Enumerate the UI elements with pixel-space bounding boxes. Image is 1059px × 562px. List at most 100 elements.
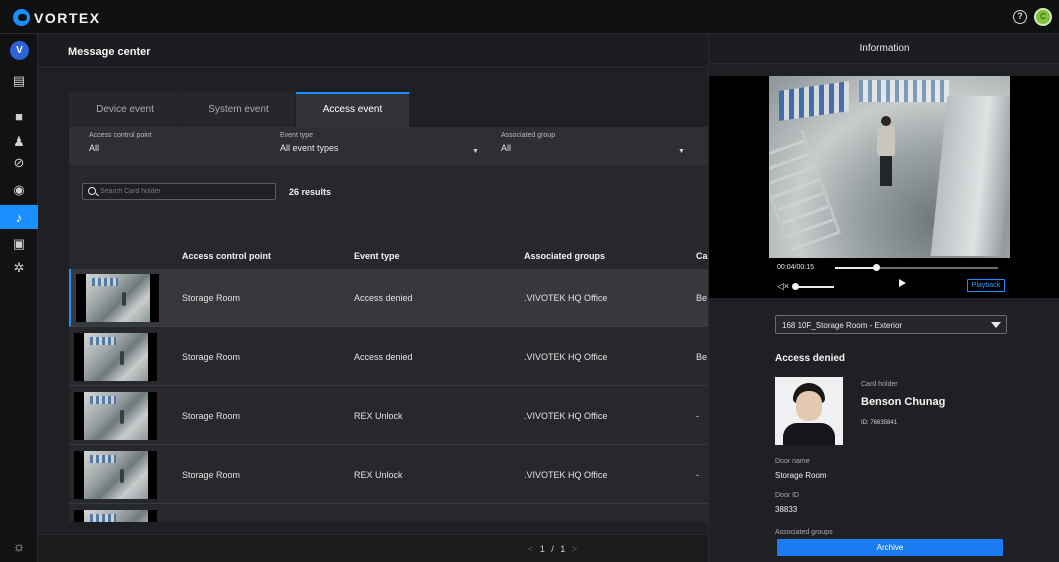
table-row[interactable]: Storage Room Access denied .VIVOTEK HQ O… [69,269,708,327]
search-input[interactable] [100,185,270,198]
filter-label: Associated group [501,132,556,139]
cell-group: .VIVOTEK HQ Office [524,293,608,303]
seekbar-knob[interactable] [872,264,880,271]
search-box[interactable] [82,183,276,200]
user-circle-icon[interactable]: ◉ [0,178,38,202]
camera-icon[interactable]: ■ [0,104,38,128]
vortex-logo-icon [13,9,30,26]
left-nav-rail: V ▤ ■ ♟ ⊘ ◉ ♪ ▣ ✲ [0,34,38,562]
pagination-bar: < 1 / 1 > [38,534,708,562]
tab-system-event[interactable]: System event [182,92,296,127]
cell-extra: Be [696,352,708,362]
event-thumbnail [76,274,159,322]
cell-point: Storage Room [182,293,241,303]
table-row[interactable]: Storage Room REX Unlock .VIVOTEK HQ Offi… [69,387,708,445]
page-title: Message center [68,46,151,58]
cell-group: .VIVOTEK HQ Office [524,411,608,421]
event-title: Access denied [775,353,846,364]
brightness-icon[interactable]: ☼ [11,538,27,554]
seekbar-progress [835,267,876,269]
event-thumbnail [74,451,157,499]
volume-slider[interactable] [792,283,834,290]
app-name: VORTEX [34,9,101,26]
camera-select-value: 168 10F_Storage Room - Exterior [782,321,903,330]
event-thumbnail [74,510,157,522]
filter-value: All [501,143,512,153]
help-circle-icon[interactable]: ? [1013,10,1027,24]
information-header: Information [709,34,1059,64]
results-count: 26 results [289,187,332,197]
table-row[interactable] [69,505,708,522]
event-tabs: Device event System event Access event [69,92,708,127]
filter-associated-group[interactable]: Associated group All ▼ [501,132,691,155]
table-row[interactable]: Storage Room Access denied .VIVOTEK HQ O… [69,328,708,386]
dashboard-icon[interactable]: ▤ [0,69,38,93]
chevron-down-icon: ▼ [472,148,479,155]
page-indicator: 1 / 1 [539,544,568,554]
cell-extra: Be [696,293,708,303]
tag-icon[interactable]: ⊘ [0,151,38,175]
card-holder-name: Benson Chunag [861,396,946,408]
column-header[interactable]: Ca [696,251,708,261]
next-page-button[interactable]: > [572,544,579,554]
tab-access-event[interactable]: Access event [296,92,410,127]
video-seekbar[interactable] [835,264,998,271]
chevron-down-icon: ▼ [678,148,685,155]
bell-icon[interactable]: ♪ [0,205,38,229]
filter-event-type[interactable]: Event type All event types ▼ [280,132,480,155]
event-thumbnail [74,392,157,440]
archive-icon[interactable]: ▣ [0,232,38,256]
panel-title: Information [859,43,910,54]
filter-value: All event types [280,143,339,153]
archive-button[interactable]: Archive [777,539,1003,556]
gear-icon[interactable]: ✲ [0,256,38,280]
column-header[interactable]: Event type [354,251,400,261]
cell-group: .VIVOTEK HQ Office [524,352,608,362]
card-holder-photo [775,377,843,445]
video-player: 00:04/00:15 ◁× Playback [709,76,1059,298]
event-thumbnail [74,333,157,381]
information-panel: Information 00:04/00:15 ◁× Playback 168 … [708,34,1059,562]
card-holder-label: Card holder [861,381,898,388]
event-table: Storage Room Access denied .VIVOTEK HQ O… [69,269,708,522]
mute-icon[interactable]: ◁× [777,281,789,292]
camera-select[interactable]: 168 10F_Storage Room - Exterior [775,315,1007,334]
playback-button[interactable]: Playback [967,279,1005,292]
cell-point: Storage Room [182,352,241,362]
door-id-value: 38833 [775,505,798,514]
card-holder-id: ID: 76635841 [861,420,898,426]
video-frame[interactable] [769,76,1010,258]
cell-event: Access denied [354,352,413,362]
play-icon[interactable] [899,279,906,287]
cell-point: Storage Room [182,411,241,421]
column-header[interactable]: Associated groups [524,251,605,261]
cell-event: REX Unlock [354,411,403,421]
message-center-header: Message center [38,34,708,68]
cell-extra: - [696,411,699,421]
column-header[interactable]: Access control point [182,251,271,261]
door-name-value: Storage Room [775,471,827,480]
user-avatar[interactable]: C [1034,8,1052,26]
cell-extra: - [696,470,699,480]
associated-groups-label: Associated groups [775,529,833,536]
door-id-label: Door ID [775,492,800,499]
table-header: Access control point Event type Associat… [69,245,708,269]
event-card: Device event System event Access event A… [69,92,708,522]
tab-device-event[interactable]: Device event [69,92,182,127]
cell-event: REX Unlock [354,470,403,480]
filter-value: All [89,143,100,153]
filter-label: Access control point [89,132,152,139]
message-center-body: Device event System event Access event A… [38,69,708,534]
table-row[interactable]: Storage Room REX Unlock .VIVOTEK HQ Offi… [69,446,708,504]
cell-point: Storage Room [182,470,241,480]
top-bar: VORTEX ? C [0,0,1059,34]
site-avatar[interactable]: V [10,41,29,60]
filter-bar: Access control point All Event type All … [69,127,708,165]
search-icon [88,187,96,195]
filter-label: Event type [280,132,314,139]
filter-access-control-point[interactable]: Access control point All [89,132,269,153]
cell-group: .VIVOTEK HQ Office [524,470,608,480]
chevron-down-icon [991,322,1001,328]
prev-page-button[interactable]: < [528,544,535,554]
vortex-logo[interactable]: VORTEX [13,9,101,26]
